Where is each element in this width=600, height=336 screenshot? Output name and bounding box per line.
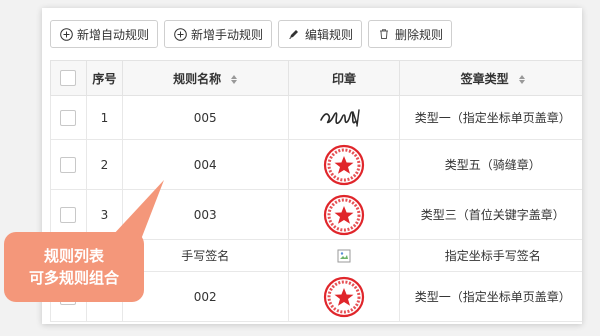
edit-rule-label: 编辑规则: [305, 27, 354, 42]
add-manual-rule-button[interactable]: 新增手动规则: [164, 20, 273, 48]
red-seal-image: [287, 271, 401, 322]
add-auto-rule-button[interactable]: 新增自动规则: [50, 20, 159, 48]
add-manual-rule-label: 新增手动规则: [191, 27, 264, 42]
red-seal-image: [287, 189, 401, 240]
row-rule-name: 手写签名: [121, 239, 289, 272]
row-seal-type: 类型一（指定坐标单页盖章）: [399, 95, 582, 140]
table-header-row: 序号 规则名称 印章 签章类型: [50, 60, 582, 96]
row-rule-name: 002: [121, 271, 289, 322]
row-seal-type: 类型一（指定坐标单页盖章）: [399, 271, 582, 322]
column-header-seal-type[interactable]: 签章类型: [399, 60, 582, 96]
plus-circle-icon: [173, 27, 187, 41]
row-seal-type: 类型三（首位关键字盖章）: [399, 189, 582, 240]
select-all-checkbox[interactable]: [60, 70, 77, 86]
delete-rule-label: 删除规则: [395, 27, 444, 42]
row-rule-name: 003: [121, 189, 289, 240]
pencil-icon: [287, 27, 301, 41]
sort-icon[interactable]: [518, 74, 525, 84]
callout-line-2: 可多规则组合: [28, 269, 119, 287]
table-row[interactable]: 2 004 类型五（骑缝章）: [50, 139, 582, 190]
callout-line-1: 规则列表: [43, 247, 104, 265]
broken-image-icon: [287, 239, 401, 272]
column-header-rule-name[interactable]: 规则名称: [121, 60, 289, 96]
row-seal-type: 类型五（骑缝章）: [399, 139, 582, 190]
add-auto-rule-label: 新增自动规则: [77, 27, 150, 42]
row-checkbox[interactable]: [60, 206, 77, 223]
row-index: 1: [85, 95, 123, 140]
plus-circle-icon: [59, 27, 73, 41]
trash-icon: [377, 27, 391, 41]
column-header-index: 序号: [85, 60, 123, 96]
sort-icon[interactable]: [231, 74, 238, 84]
column-header-seal: 印章: [287, 60, 401, 96]
row-checkbox[interactable]: [60, 156, 77, 173]
delete-rule-button[interactable]: 删除规则: [368, 20, 453, 48]
table-row[interactable]: 1 005 类型一（指定坐标单页盖章）: [50, 95, 582, 140]
red-seal-image: [287, 139, 401, 190]
column-header-seal-type-label: 签章类型: [460, 71, 509, 86]
toolbar: 新增自动规则 新增手动规则 编辑规则 删除规则: [50, 20, 453, 48]
row-seal-type: 指定坐标手写签名: [399, 239, 582, 272]
row-checkbox[interactable]: [60, 109, 77, 126]
handwritten-signature-image: [287, 95, 401, 140]
row-rule-name: 004: [121, 139, 289, 190]
edit-rule-button[interactable]: 编辑规则: [278, 20, 363, 48]
select-all-cell: [50, 60, 87, 96]
callout-badge: 规则列表 可多规则组合: [4, 232, 144, 302]
column-header-rule-name-label: 规则名称: [173, 71, 222, 86]
row-index: 2: [85, 139, 123, 190]
row-rule-name: 005: [121, 95, 289, 140]
